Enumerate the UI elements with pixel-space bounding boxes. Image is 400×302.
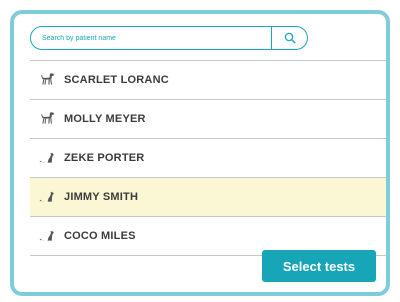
search-bar	[30, 26, 308, 50]
search-icon	[284, 32, 296, 44]
cat-icon	[36, 147, 58, 169]
patient-name: SCARLET LORANC	[64, 74, 169, 86]
patient-row[interactable]: SCARLET LORANC	[30, 61, 386, 100]
patient-name: MOLLY MEYER	[64, 113, 146, 125]
dog-icon	[36, 69, 58, 91]
patient-name: COCO MILES	[64, 230, 136, 242]
patient-list: SCARLET LORANC MOLLY MEYER ZEKE PORTER J…	[30, 60, 386, 256]
cat-icon	[36, 186, 58, 208]
dog-icon	[36, 108, 58, 130]
search-button[interactable]	[271, 27, 307, 49]
patient-row-selected[interactable]: JIMMY SMITH	[30, 178, 386, 217]
patient-row[interactable]: MOLLY MEYER	[30, 100, 386, 139]
search-input[interactable]	[31, 27, 271, 49]
patient-row[interactable]: ZEKE PORTER	[30, 139, 386, 178]
patient-name: ZEKE PORTER	[64, 152, 145, 164]
cat-icon	[36, 225, 58, 247]
select-tests-button[interactable]: Select tests	[262, 250, 376, 282]
patient-name: JIMMY SMITH	[64, 191, 139, 203]
